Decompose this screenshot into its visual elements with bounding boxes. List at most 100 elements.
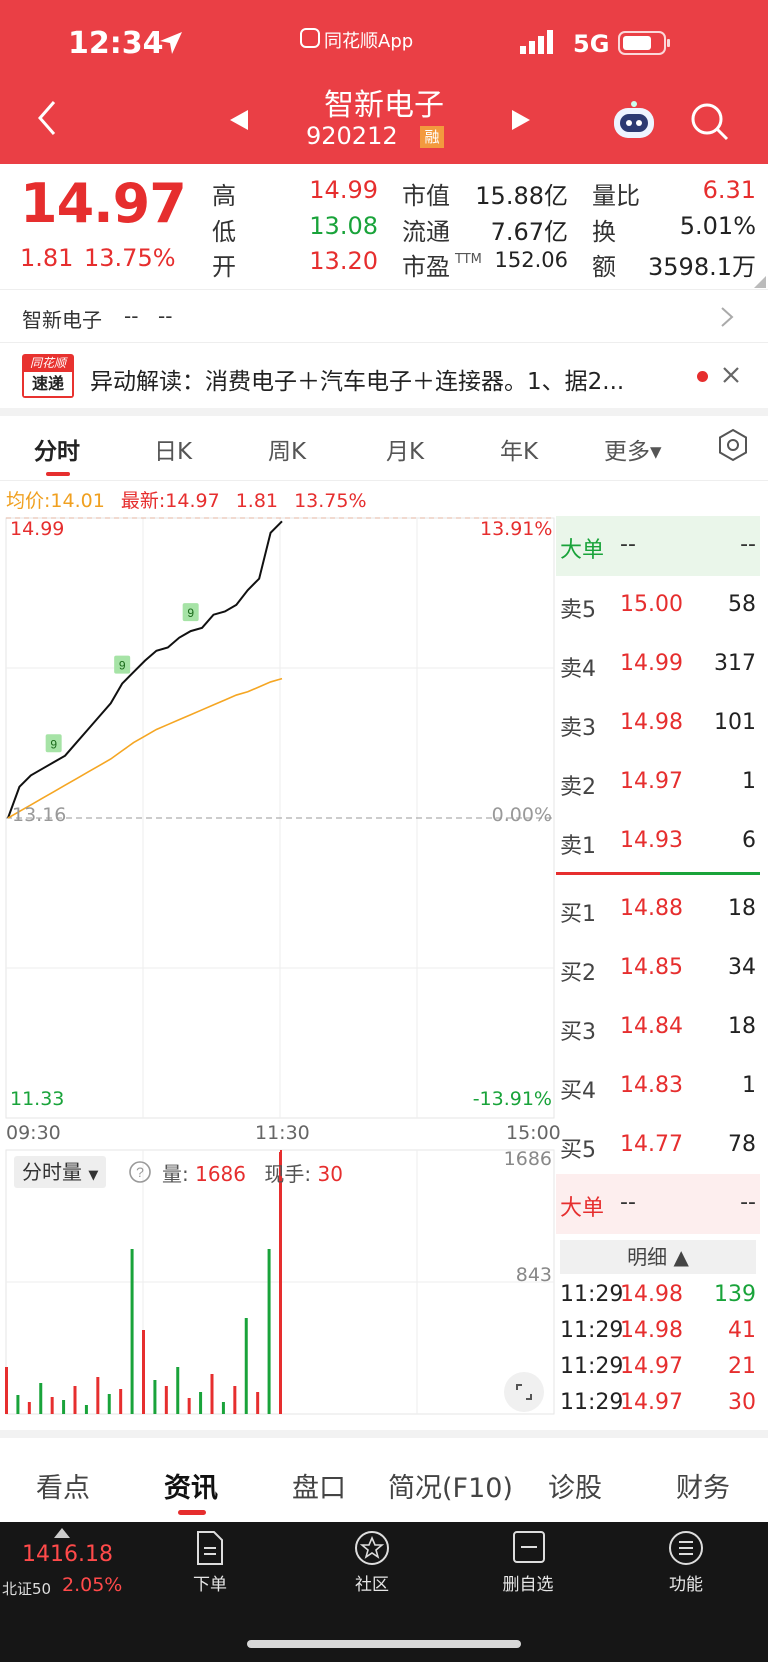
- level-volume: 101: [714, 710, 756, 735]
- mcap-label: 市值: [402, 182, 450, 210]
- axis-time-end: 15:00: [506, 1122, 561, 1144]
- network-label: 5G: [573, 30, 610, 58]
- tab-order-book[interactable]: 盘口: [292, 1466, 346, 1505]
- expand-icon: [516, 1384, 532, 1400]
- search-icon[interactable]: [690, 102, 730, 142]
- sells-level-row[interactable]: 卖1 14.93 6: [556, 812, 760, 868]
- tab-news[interactable]: 资讯: [164, 1466, 218, 1505]
- big-order-sell-row: 大单 -- --: [556, 516, 760, 576]
- big-order-v1: --: [620, 1190, 636, 1215]
- volume-bar: [16, 1395, 20, 1414]
- open-label: 开: [212, 253, 236, 281]
- sells-level-row[interactable]: 卖3 14.98 101: [556, 694, 760, 750]
- tick-volume: 41: [728, 1318, 756, 1343]
- dock-remove-watchlist-label: 删自选: [502, 1575, 554, 1595]
- active-tab-indicator: [46, 472, 70, 476]
- section-gap: [0, 408, 768, 416]
- buys-level-row[interactable]: 买5 14.77 78: [556, 1116, 760, 1172]
- turnover-value: 5.01%: [679, 212, 756, 240]
- tick-price: 14.98: [620, 1318, 683, 1343]
- tick-row: 11:29 14.97 30: [556, 1388, 760, 1422]
- tab-highlights[interactable]: 看点: [36, 1466, 90, 1505]
- intraday-price-chart[interactable]: 9 9 9: [0, 512, 556, 1120]
- tick-time: 11:29: [560, 1318, 624, 1343]
- close-icon[interactable]: [722, 366, 740, 384]
- tab-yearly-k[interactable]: 年K: [500, 432, 538, 466]
- avg-value: 14.01: [50, 490, 105, 512]
- volume-bar: [73, 1386, 77, 1414]
- tab-profile[interactable]: 简况(F10): [388, 1466, 513, 1505]
- related-row[interactable]: 智新电子 -- --: [0, 290, 768, 342]
- fullscreen-button[interactable]: [504, 1372, 544, 1412]
- buys-level-row[interactable]: 买3 14.84 18: [556, 998, 760, 1054]
- dock-community-button[interactable]: 社区: [322, 1530, 422, 1600]
- level-label: 买3: [560, 1020, 596, 1045]
- volume-bar: [130, 1249, 134, 1414]
- buys-level-row[interactable]: 买2 14.85 34: [556, 939, 760, 995]
- volume-ratio-value: 6.31: [702, 176, 756, 204]
- bottom-dock: 1416.18 北证50 2.05% 下单 社区 删自选 功能: [0, 1522, 768, 1662]
- help-icon[interactable]: ?: [128, 1160, 152, 1184]
- pe-value: 152.06: [494, 248, 568, 272]
- dock-function-button[interactable]: 功能: [636, 1530, 736, 1600]
- index-value[interactable]: 1416.18: [22, 1542, 113, 1567]
- prev-stock-icon[interactable]: [228, 108, 250, 132]
- tick-row: 11:29 14.97 21: [556, 1352, 760, 1386]
- back-icon[interactable]: [34, 98, 60, 138]
- hand-value: 30: [317, 1162, 343, 1186]
- volume-bar: [39, 1383, 43, 1414]
- tab-intraday[interactable]: 分时: [34, 432, 80, 466]
- tab-more[interactable]: 更多▾: [604, 432, 662, 466]
- tick-volume: 21: [728, 1354, 756, 1379]
- location-arrow-icon: [160, 32, 182, 54]
- volume-type-selector[interactable]: 分时量 ▼: [14, 1156, 107, 1188]
- big-order-label: 大单: [560, 1196, 605, 1221]
- level-volume: 34: [728, 955, 756, 980]
- buys-level-row[interactable]: 买1 14.88 18: [556, 880, 760, 936]
- turnover-label: 换: [592, 218, 616, 246]
- open-value: 13.20: [309, 247, 378, 275]
- tab-monthly-k[interactable]: 月K: [386, 432, 424, 466]
- volume-bar: [107, 1394, 111, 1414]
- tab-finance[interactable]: 财务: [676, 1466, 730, 1505]
- tab-daily-k[interactable]: 日K: [154, 432, 192, 466]
- tick-time: 11:29: [560, 1354, 624, 1379]
- book-split-green: [660, 872, 760, 875]
- chart-settings-icon[interactable]: [716, 428, 750, 462]
- sells-level-row[interactable]: 卖5 15.00 58: [556, 576, 760, 632]
- tick-time: 11:29: [560, 1282, 624, 1307]
- dock-function-label: 功能: [669, 1575, 703, 1595]
- tab-weekly-k[interactable]: 周K: [268, 432, 306, 466]
- sells-level-row[interactable]: 卖2 14.97 1: [556, 753, 760, 809]
- level-price: 14.88: [620, 896, 683, 921]
- axis-time-start: 09:30: [6, 1122, 61, 1144]
- volume-bar: [27, 1402, 31, 1414]
- buys-level-row[interactable]: 买4 14.83 1: [556, 1057, 760, 1113]
- menu-icon: [669, 1531, 703, 1565]
- next-stock-icon[interactable]: [510, 108, 532, 132]
- dock-order-button[interactable]: 下单: [160, 1530, 260, 1600]
- tick-time: 11:29: [560, 1390, 624, 1415]
- tick-volume: 30: [728, 1390, 756, 1415]
- level-label: 卖4: [560, 657, 596, 682]
- tab-diagnosis[interactable]: 诊股: [548, 1466, 602, 1505]
- high-value: 14.99: [309, 176, 378, 204]
- sells-level-row[interactable]: 卖4 14.99 317: [556, 635, 760, 691]
- detail-header[interactable]: 明细 ▲: [560, 1240, 756, 1274]
- level-price: 14.99: [620, 651, 683, 676]
- robot-assistant-icon[interactable]: [610, 98, 658, 142]
- dock-remove-watchlist-button[interactable]: 删自选: [478, 1530, 578, 1600]
- level-label: 买2: [560, 961, 596, 986]
- high-label: 高: [212, 182, 236, 210]
- level-label: 卖5: [560, 598, 596, 623]
- news-banner[interactable]: 同花顺 速递 异动解读：消费电子＋汽车电子＋连接器。1、据2...: [0, 344, 768, 408]
- price-change: 1.81: [20, 244, 74, 272]
- chevron-right-icon: [721, 307, 734, 327]
- section-gap: [0, 1430, 768, 1438]
- amount-value: 3598.1万: [648, 253, 756, 281]
- volume-bar: [187, 1398, 191, 1414]
- volume-label: 量:: [162, 1162, 189, 1186]
- level-price: 14.77: [620, 1132, 683, 1157]
- volume-bar: [96, 1377, 100, 1414]
- axis-top-price: 14.99: [10, 518, 65, 540]
